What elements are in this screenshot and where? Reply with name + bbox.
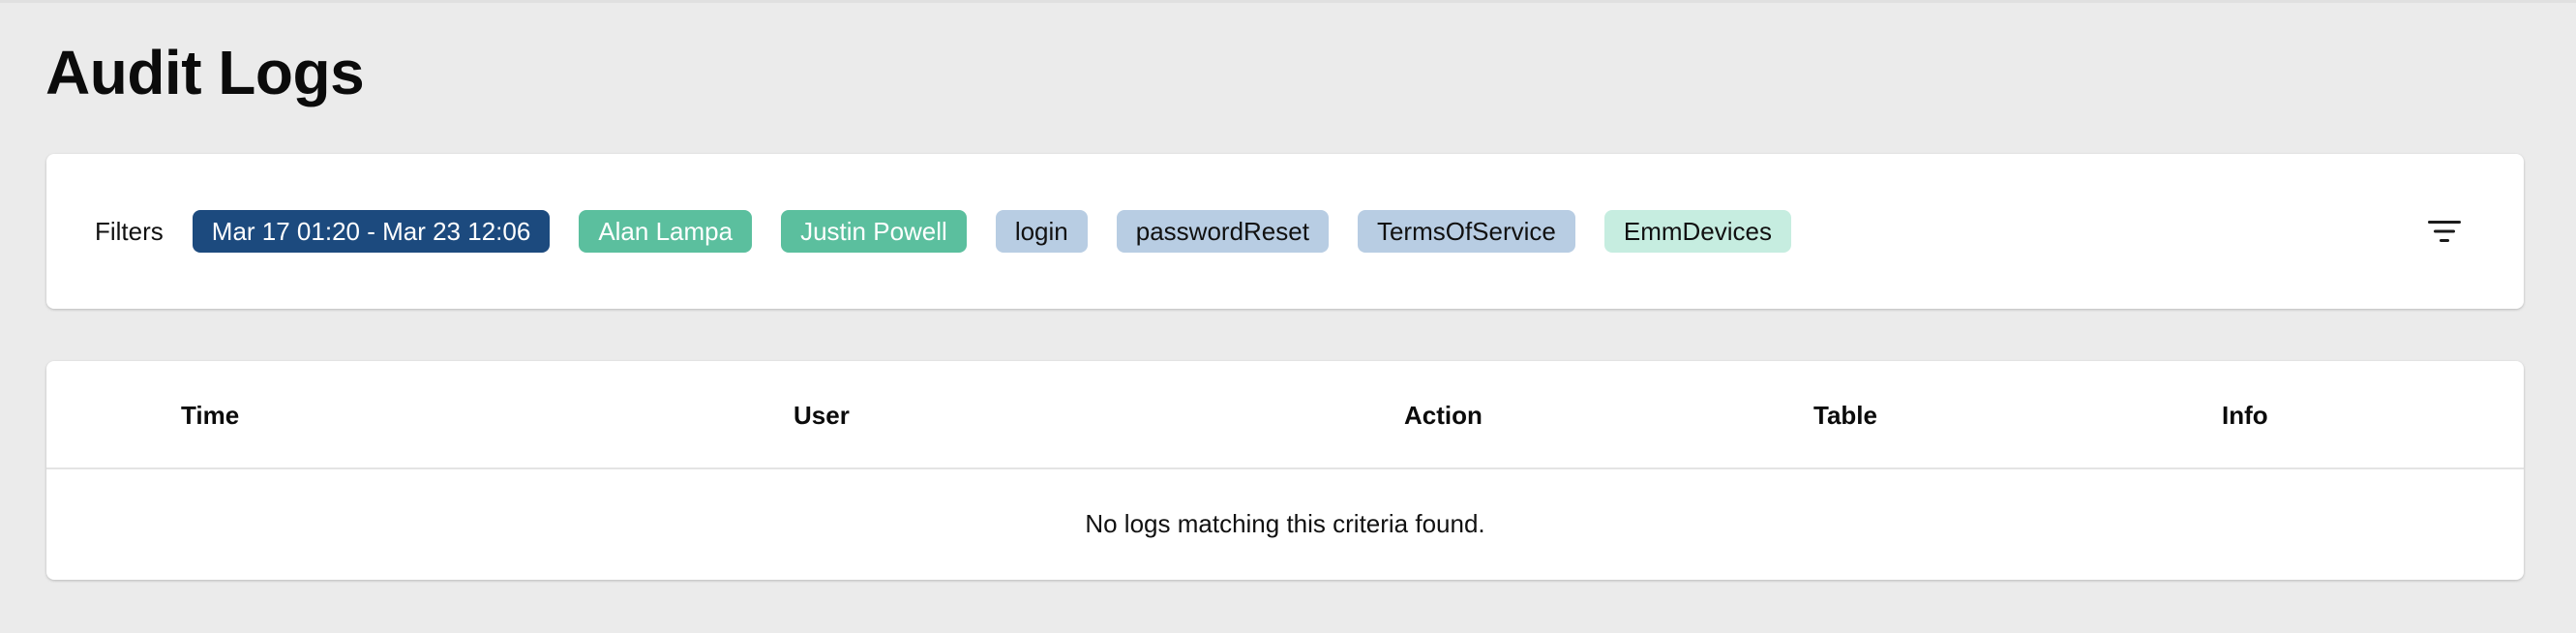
- column-header-info[interactable]: Info: [2222, 361, 2268, 469]
- filter-chip-date-range[interactable]: Mar 17 01:20 - Mar 23 12:06: [192, 210, 551, 253]
- filter-chip-user-alan-lampa[interactable]: Alan Lampa: [579, 210, 753, 253]
- column-header-time[interactable]: Time: [181, 361, 239, 469]
- column-header-user[interactable]: User: [794, 361, 850, 469]
- filter-chip-user-justin-powell[interactable]: Justin Powell: [781, 210, 967, 253]
- audit-logs-page: Audit Logs Filters Mar 17 01:20 - Mar 23…: [0, 0, 2576, 633]
- filter-toggle-button[interactable]: [2423, 210, 2466, 253]
- page-title: Audit Logs: [45, 38, 365, 107]
- filter-chip-action-login[interactable]: login: [995, 210, 1088, 253]
- column-header-action[interactable]: Action: [1404, 361, 1483, 469]
- column-header-table[interactable]: Table: [1813, 361, 1877, 469]
- logs-table-card: Time User Action Table Info No logs matc…: [46, 361, 2524, 580]
- filter-list-icon: [2428, 221, 2461, 242]
- filters-row: Filters Mar 17 01:20 - Mar 23 12:06 Alan…: [95, 154, 1820, 309]
- empty-state-message: No logs matching this criteria found.: [1085, 509, 1485, 538]
- filter-chip-action-password-reset[interactable]: passwordReset: [1116, 210, 1329, 253]
- filter-chip-table-emm-devices[interactable]: EmmDevices: [1603, 210, 1792, 253]
- filters-card: Filters Mar 17 01:20 - Mar 23 12:06 Alan…: [46, 154, 2524, 309]
- filter-chip-action-terms-of-service[interactable]: TermsOfService: [1357, 210, 1575, 253]
- logs-table-header: Time User Action Table Info: [46, 361, 2524, 469]
- filters-label: Filters: [95, 216, 164, 246]
